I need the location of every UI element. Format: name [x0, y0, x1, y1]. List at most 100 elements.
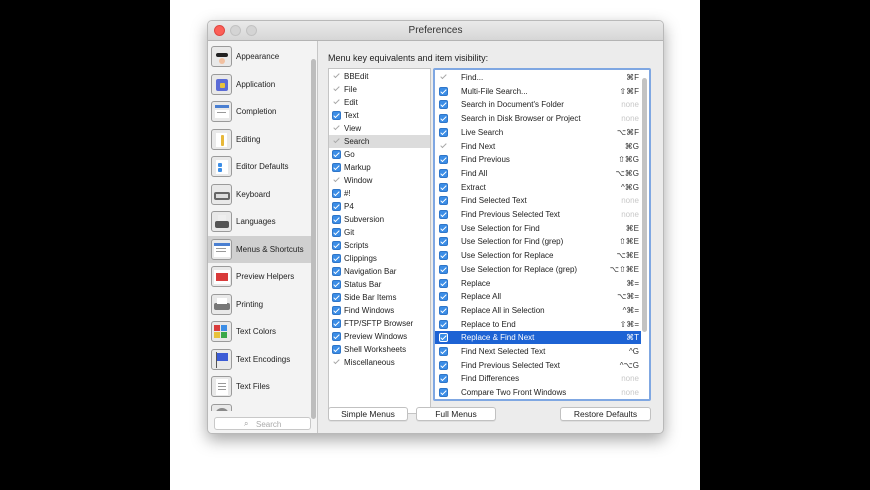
item-visibility-checkbox[interactable] — [439, 127, 448, 137]
menu-item-row[interactable]: Use Selection for Find ⌘E — [435, 222, 641, 235]
sidebar-item[interactable]: Text Encodings — [208, 346, 311, 373]
visibility-checkbox[interactable] — [332, 137, 341, 146]
full-menus-button[interactable]: Full Menus — [416, 407, 496, 421]
menu-item-row[interactable]: Find Next ⌘G — [435, 140, 641, 153]
item-visibility-checkbox[interactable] — [439, 374, 448, 384]
item-visibility-checkbox[interactable] — [439, 319, 448, 329]
keyboard-shortcut[interactable]: ⇧⌘E — [619, 237, 639, 246]
keyboard-shortcut[interactable]: ⌘E — [626, 224, 639, 233]
menu-item-row[interactable]: Find Previous Selected Text ^⌥G — [435, 359, 641, 372]
visibility-checkbox[interactable] — [332, 254, 341, 263]
keyboard-shortcut[interactable]: ⌥⌘F — [617, 128, 639, 137]
visibility-checkbox[interactable] — [332, 124, 341, 133]
menu-item-row[interactable]: Find Previous Selected Text none — [435, 208, 641, 221]
restore-defaults-button[interactable]: Restore Defaults — [560, 407, 651, 421]
menu-row[interactable]: Navigation Bar — [329, 265, 430, 278]
keyboard-shortcut[interactable]: ⌥⌘= — [617, 292, 639, 301]
menu-row[interactable]: Find Windows — [329, 304, 430, 317]
keyboard-shortcut[interactable]: ⌘G — [625, 142, 639, 151]
keyboard-shortcut[interactable]: none — [621, 374, 639, 383]
keyboard-shortcut[interactable]: ⌘F — [626, 73, 639, 82]
item-visibility-checkbox[interactable] — [439, 237, 448, 247]
menu-item-row[interactable]: Replace & Find Next ⌘T — [435, 331, 641, 345]
keyboard-shortcut[interactable]: ^G — [629, 347, 639, 356]
menu-row[interactable]: File — [329, 83, 430, 96]
visibility-checkbox[interactable] — [332, 189, 341, 198]
menu-item-row[interactable]: Compare Two Front Windows none — [435, 386, 641, 399]
sidebar-item[interactable]: Application — [208, 71, 311, 98]
menu-item-row[interactable]: Live Search ⌥⌘F — [435, 126, 641, 139]
keyboard-shortcut[interactable]: ⌥⇧⌘E — [610, 265, 639, 274]
menu-row[interactable]: FTP/SFTP Browser — [329, 317, 430, 330]
item-visibility-checkbox[interactable] — [439, 347, 448, 356]
keyboard-shortcut[interactable]: ⌥⌘E — [616, 251, 639, 260]
menu-item-row[interactable]: Replace All in Selection ^⌘= — [435, 304, 641, 317]
menu-row[interactable]: Git — [329, 226, 430, 239]
visibility-checkbox[interactable] — [332, 215, 341, 224]
menu-row[interactable]: Status Bar — [329, 278, 430, 291]
menu-row[interactable]: Subversion — [329, 213, 430, 226]
keyboard-shortcut[interactable]: ⌘= — [626, 279, 639, 288]
keyboard-shortcut[interactable]: none — [621, 196, 639, 205]
visibility-checkbox[interactable] — [332, 241, 341, 250]
menu-row[interactable]: Go — [329, 148, 430, 161]
sidebar-item[interactable]: Text Colors — [208, 318, 311, 345]
keyboard-shortcut[interactable]: ^⌥G — [620, 361, 639, 370]
menu-item-row[interactable]: Replace to End ⇧⌘= — [435, 318, 641, 331]
item-visibility-checkbox[interactable] — [439, 305, 448, 315]
menu-row[interactable]: Edit — [329, 96, 430, 109]
sidebar-item[interactable]: Keyboard — [208, 181, 311, 208]
menu-row[interactable]: #! — [329, 187, 430, 200]
item-visibility-checkbox[interactable] — [439, 264, 448, 274]
item-visibility-checkbox[interactable] — [439, 100, 448, 110]
menu-row[interactable]: Window — [329, 174, 430, 187]
keyboard-shortcut[interactable]: none — [621, 100, 639, 109]
sidebar-item[interactable]: Expert — [208, 401, 311, 411]
item-visibility-checkbox[interactable] — [439, 292, 448, 302]
menu-item-row[interactable]: Find Differences none — [435, 372, 641, 385]
menu-item-row[interactable]: Search in Disk Browser or Project none — [435, 112, 641, 125]
sidebar-item[interactable]: Editing — [208, 126, 311, 153]
menu-item-row[interactable]: Use Selection for Replace (grep) ⌥⇧⌘E — [435, 263, 641, 276]
visibility-checkbox[interactable] — [332, 319, 341, 328]
menu-item-row[interactable]: Find... ⌘F — [435, 71, 641, 84]
menu-item-row[interactable]: Search in Document's Folder none — [435, 98, 641, 111]
menu-row[interactable]: Search — [329, 135, 430, 148]
sidebar-item[interactable]: Editor Defaults — [208, 153, 311, 180]
visibility-checkbox[interactable] — [332, 163, 341, 172]
menu-row[interactable]: Clippings — [329, 252, 430, 265]
item-visibility-checkbox[interactable] — [439, 210, 448, 219]
sidebar-item[interactable]: Preview Helpers — [208, 263, 311, 290]
item-visibility-checkbox[interactable] — [439, 86, 448, 96]
item-visibility-checkbox[interactable] — [439, 251, 448, 261]
menu-row[interactable]: BBEdit — [329, 70, 430, 83]
item-visibility-checkbox[interactable] — [439, 196, 448, 206]
item-visibility-checkbox[interactable] — [439, 278, 448, 288]
menu-item-row[interactable]: Find All ⌥⌘G — [435, 167, 641, 180]
simple-menus-button[interactable]: Simple Menus — [328, 407, 408, 421]
menu-item-row[interactable]: Find Next Selected Text ^G — [435, 345, 641, 358]
visibility-checkbox[interactable] — [332, 267, 341, 276]
visibility-checkbox[interactable] — [332, 306, 341, 315]
menu-row[interactable]: Text — [329, 109, 430, 122]
visibility-checkbox[interactable] — [332, 150, 341, 159]
visibility-checkbox[interactable] — [332, 358, 341, 367]
visibility-checkbox[interactable] — [332, 345, 341, 354]
menu-item-row[interactable]: Find Previous ⇧⌘G — [435, 153, 641, 166]
item-visibility-checkbox[interactable] — [439, 155, 448, 165]
sidebar-item[interactable]: Appearance — [208, 43, 311, 70]
sidebar-item[interactable]: Text Files — [208, 373, 311, 400]
menu-row[interactable]: Preview Windows — [329, 330, 430, 343]
visibility-checkbox[interactable] — [332, 228, 341, 237]
menu-row[interactable]: Markup — [329, 161, 430, 174]
item-visibility-checkbox[interactable] — [439, 182, 448, 192]
visibility-checkbox[interactable] — [332, 176, 341, 185]
sidebar-item[interactable]: Printing — [208, 291, 311, 318]
menu-item-row[interactable]: Multi-File Search... ⇧⌘F — [435, 85, 641, 98]
visibility-checkbox[interactable] — [332, 85, 341, 94]
keyboard-shortcut[interactable]: ⇧⌘G — [618, 155, 639, 164]
item-visibility-checkbox[interactable] — [439, 360, 448, 370]
item-visibility-checkbox[interactable] — [439, 73, 448, 82]
menu-item-row[interactable]: Use Selection for Replace ⌥⌘E — [435, 249, 641, 262]
visibility-checkbox[interactable] — [332, 202, 341, 211]
